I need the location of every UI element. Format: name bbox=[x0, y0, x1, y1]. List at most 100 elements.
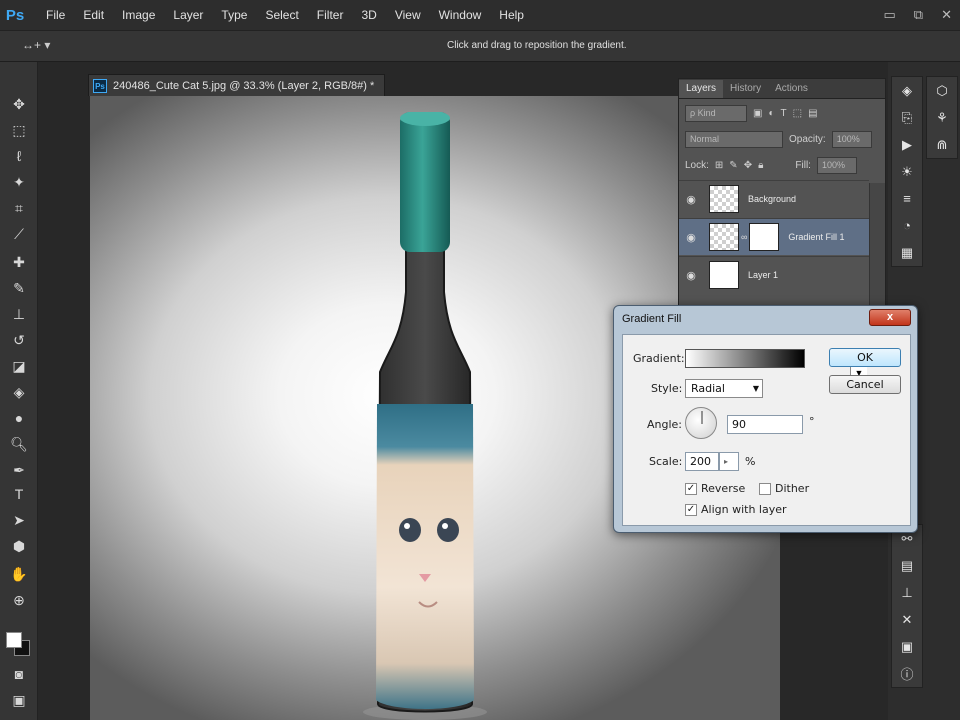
history-brush-tool-icon[interactable]: ↺ bbox=[9, 330, 29, 350]
visibility-eye-icon[interactable]: ◉ bbox=[679, 231, 703, 244]
menu-filter[interactable]: Filter bbox=[308, 0, 353, 30]
zoom-tool-icon[interactable]: ⊕ bbox=[9, 590, 29, 610]
filter-adjustment-icon[interactable]: ◐ bbox=[768, 108, 774, 119]
3d-panel-icon[interactable]: ⬡ bbox=[927, 77, 957, 104]
lock-label: Lock: bbox=[685, 159, 709, 171]
angle-input[interactable]: 90 bbox=[727, 415, 803, 434]
gradient-picker[interactable]: ▼ bbox=[685, 349, 867, 382]
align-with-layer-checkbox[interactable]: ✓ bbox=[685, 504, 697, 516]
marquee-tool-icon[interactable]: ⬚ bbox=[9, 120, 29, 140]
menu-help[interactable]: Help bbox=[490, 0, 533, 30]
angle-dial[interactable] bbox=[685, 407, 717, 439]
menu-edit[interactable]: Edit bbox=[74, 0, 113, 30]
reverse-checkbox[interactable]: ✓ bbox=[685, 483, 697, 495]
layers-panel-icon[interactable]: ◈ bbox=[892, 77, 922, 104]
channels-panel-icon[interactable]: ⚘ bbox=[927, 104, 957, 131]
filter-type-icon[interactable]: T bbox=[781, 108, 787, 119]
quick-mask-icon[interactable]: ◙ bbox=[9, 664, 29, 684]
restore-icon[interactable]: ⧉ bbox=[914, 7, 923, 23]
menu-type[interactable]: Type bbox=[212, 0, 256, 30]
history-panel-icon[interactable]: ⎘ bbox=[892, 104, 922, 131]
adjustments-panel-icon[interactable]: ☀ bbox=[892, 158, 922, 185]
screen-mode-icon[interactable]: ▣ bbox=[9, 690, 29, 710]
close-icon[interactable]: ✕ bbox=[941, 7, 952, 23]
scale-slider-arrow[interactable]: ▸ bbox=[719, 452, 739, 471]
mask-link-icon[interactable]: ∞ bbox=[741, 232, 747, 242]
menu-3d[interactable]: 3D bbox=[352, 0, 385, 30]
pen-tool-icon[interactable]: ✒ bbox=[9, 460, 29, 480]
styles-panel-icon[interactable]: ≡ bbox=[892, 185, 922, 212]
actions-panel-icon[interactable]: ▶ bbox=[892, 131, 922, 158]
brush-tool-icon[interactable]: ✎ bbox=[9, 278, 29, 298]
menu-view[interactable]: View bbox=[386, 0, 430, 30]
dialog-close-button[interactable]: x bbox=[869, 309, 911, 326]
crop-tool-icon[interactable]: ⌗ bbox=[9, 198, 29, 218]
dither-checkbox[interactable] bbox=[759, 483, 771, 495]
photoshop-logo: Ps bbox=[5, 6, 25, 24]
lock-all-icon[interactable]: 🔒︎ bbox=[758, 160, 763, 171]
angle-needle-icon bbox=[701, 411, 703, 424]
clone-stamp-tool-icon[interactable]: ⊥ bbox=[9, 304, 29, 324]
menu-bar: Ps File Edit Image Layer Type Select Fil… bbox=[0, 0, 960, 30]
layer-filter-row: ρ Kind ▣ ◐ T ⬚ ▤ bbox=[679, 101, 887, 125]
filter-smart-object-icon[interactable]: ▤ bbox=[808, 108, 817, 119]
clone-source-icon[interactable]: ⊥ bbox=[892, 579, 922, 606]
visibility-eye-icon[interactable]: ◉ bbox=[679, 269, 703, 282]
hand-tool-icon[interactable]: ✋ bbox=[9, 564, 29, 584]
menu-layer[interactable]: Layer bbox=[164, 0, 212, 30]
kind-filter-select[interactable]: ρ Kind bbox=[685, 104, 747, 122]
eraser-tool-icon[interactable]: ◪ bbox=[9, 356, 29, 376]
tab-history[interactable]: History bbox=[723, 80, 768, 98]
info-panel-icon[interactable]: ⓘ bbox=[892, 660, 922, 687]
tab-actions[interactable]: Actions bbox=[768, 80, 815, 98]
foreground-color-swatch[interactable] bbox=[6, 632, 22, 648]
quick-select-tool-icon[interactable]: ✦ bbox=[9, 172, 29, 192]
menu-window[interactable]: Window bbox=[430, 0, 491, 30]
lasso-tool-icon[interactable]: ℓ bbox=[9, 146, 29, 166]
healing-brush-tool-icon[interactable]: ✚ bbox=[9, 252, 29, 272]
lock-position-icon[interactable]: ✥ bbox=[744, 160, 752, 171]
ok-button[interactable]: OK bbox=[829, 348, 901, 367]
lock-transparent-icon[interactable]: ⊞ bbox=[715, 160, 723, 171]
layer-row[interactable]: ◉ Background bbox=[679, 180, 869, 217]
tab-layers[interactable]: Layers bbox=[679, 80, 724, 98]
tool-preset-picker[interactable]: ↔+ ▾ bbox=[22, 38, 58, 56]
layer-row-selected[interactable]: ◉ ∞ Gradient Fill 1 bbox=[679, 218, 869, 255]
color-panel-icon[interactable]: ◔ bbox=[892, 212, 922, 239]
panel-icons-column-2: ⬡ ⚘ ⋒ bbox=[926, 76, 958, 159]
shape-tool-icon[interactable]: ⬢ bbox=[9, 536, 29, 556]
paths-panel-icon[interactable]: ⋒ bbox=[927, 131, 957, 158]
blur-tool-icon[interactable]: ● bbox=[9, 408, 29, 428]
eyedropper-tool-icon[interactable]: ⟋ bbox=[9, 224, 29, 244]
minimize-icon[interactable]: ▭ bbox=[884, 7, 896, 23]
menu-select[interactable]: Select bbox=[256, 0, 307, 30]
panel-icons-column-1: ◈ ⎘ ▶ ☀ ≡ ◔ ▦ bbox=[891, 76, 923, 267]
layer-thumbnail bbox=[709, 185, 739, 213]
dodge-tool-icon[interactable]: 🔍︎ bbox=[9, 434, 29, 454]
style-select[interactable]: Radial ▼ bbox=[685, 379, 763, 398]
tools-panel: ✥ ⬚ ℓ ✦ ⌗ ⟋ ✚ ✎ ⊥ ↺ ◪ ◈ ● 🔍︎ ✒ T ➤ ⬢ ✋ ⊕… bbox=[0, 62, 38, 720]
menu-image[interactable]: Image bbox=[113, 0, 164, 30]
path-selection-tool-icon[interactable]: ➤ bbox=[9, 510, 29, 530]
opacity-field[interactable]: 100% bbox=[831, 130, 872, 148]
blend-mode-select[interactable]: Normal bbox=[685, 130, 783, 148]
cancel-button[interactable]: Cancel bbox=[829, 375, 901, 394]
filter-pixel-icon[interactable]: ▣ bbox=[753, 108, 762, 119]
move-tool-icon[interactable]: ✥ bbox=[9, 94, 29, 114]
scale-input[interactable]: 200 bbox=[685, 452, 719, 471]
fill-field[interactable]: 100% bbox=[816, 156, 857, 174]
tool-presets-icon[interactable]: ✕ bbox=[892, 606, 922, 633]
paint-bucket-tool-icon[interactable]: ◈ bbox=[9, 382, 29, 402]
align-with-layer-label: Align with layer bbox=[701, 503, 787, 516]
layer-row[interactable]: ◉ Layer 1 bbox=[679, 256, 869, 293]
document-tab[interactable]: Ps 240486_Cute Cat 5.jpg @ 33.3% (Layer … bbox=[88, 74, 386, 96]
visibility-eye-icon[interactable]: ◉ bbox=[679, 193, 703, 206]
lock-pixels-icon[interactable]: ✎ bbox=[729, 160, 737, 171]
menu-file[interactable]: File bbox=[30, 0, 74, 30]
type-tool-icon[interactable]: T bbox=[9, 484, 29, 504]
properties-panel-icon[interactable]: ▣ bbox=[892, 633, 922, 660]
notes-panel-icon[interactable]: ▤ bbox=[892, 552, 922, 579]
swatches-panel-icon[interactable]: ▦ bbox=[892, 239, 922, 266]
filter-shape-icon[interactable]: ⬚ bbox=[793, 108, 802, 119]
layers-scrollbar[interactable] bbox=[869, 183, 885, 311]
